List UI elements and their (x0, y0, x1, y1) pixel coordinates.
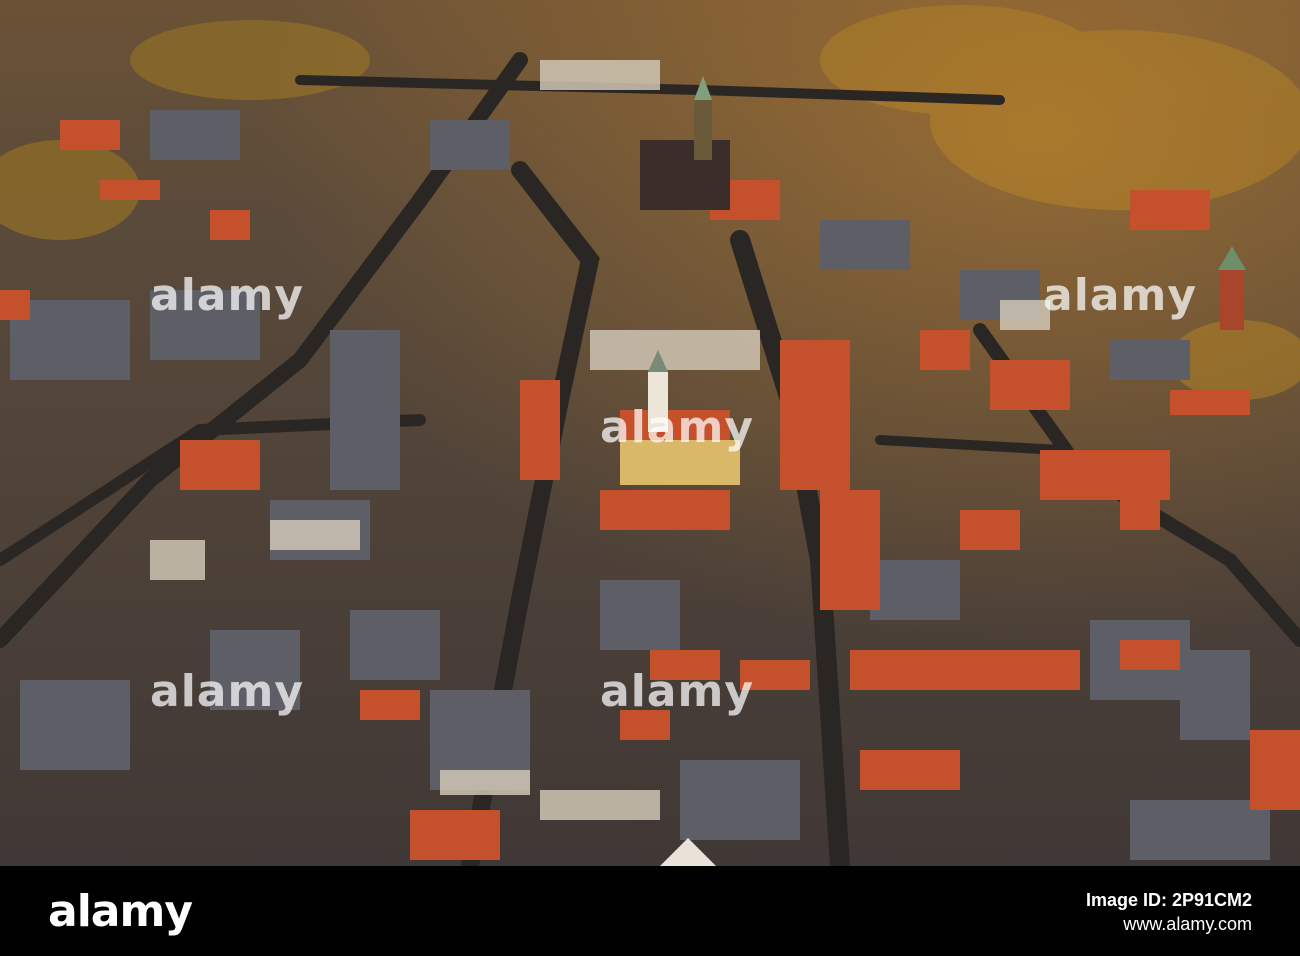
image-meta: Image ID: 2P91CM2 www.alamy.com (1086, 888, 1252, 936)
footer-bar: alamy Image ID: 2P91CM2 www.alamy.com (0, 866, 1300, 956)
city-aerial-illustration (0, 0, 1300, 866)
brand-logo: alamy (48, 886, 193, 937)
aerial-photo: alamy alamy alamy alamy alamy (0, 0, 1300, 866)
image-id-label: Image ID: 2P91CM2 (1085, 890, 1252, 910)
site-url[interactable]: www.alamy.com (1086, 912, 1252, 936)
